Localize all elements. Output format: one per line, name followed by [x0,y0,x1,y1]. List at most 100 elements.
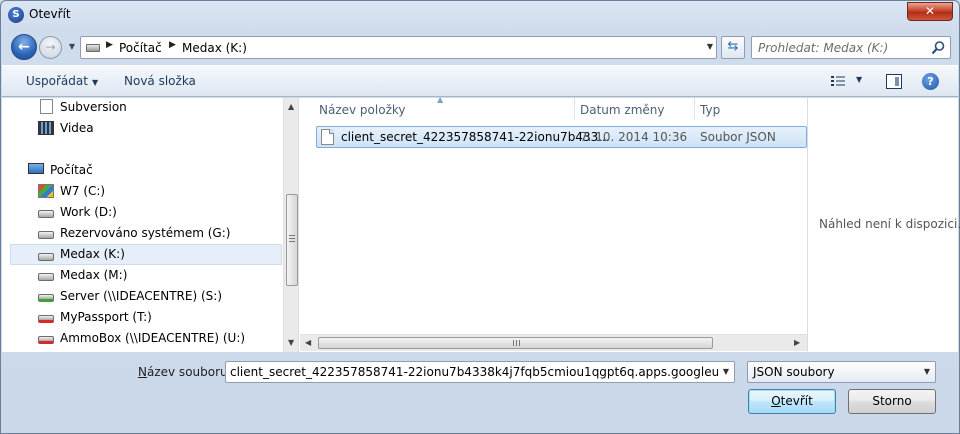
scroll-right-icon[interactable]: ▶ [794,338,800,347]
cancel-button[interactable]: Storno [848,389,936,414]
video-icon [38,121,54,135]
nav-item-medax-k[interactable]: Medax (K:) [10,244,282,265]
nav-item-label: Subversion [60,100,127,114]
nav-item-label: Medax (K:) [60,247,125,261]
nav-item-computer[interactable]: Počítač [10,160,282,181]
file-row[interactable]: client_secret_422357858741-22ionu7b433..… [316,126,807,148]
nav-item-label: Počítač [50,163,93,177]
disconnected-network-drive-icon [38,336,54,344]
grip-icon [289,235,295,242]
column-header-name[interactable]: ▲ Název položky [300,95,575,122]
column-header-label: Typ [700,103,721,117]
breadcrumb-separator-icon[interactable]: ▶ [106,40,113,50]
filename-field[interactable]: client_secret_422357858741-22ionu7b4338k… [225,361,735,383]
nav-item-label: Rezervováno systémem (G:) [60,226,231,240]
drive-icon [38,273,54,281]
refresh-icon: ⇆ [727,39,739,54]
search-icon[interactable] [930,40,946,56]
nav-item-system-reserved[interactable]: Rezervováno systémem (G:) [10,223,282,244]
help-icon[interactable]: ? [922,73,939,90]
preview-pane: Náhled není k dispozici. [809,98,960,352]
search-box[interactable] [751,36,951,59]
nav-item-label: AmmoBox (\\IDEACENTRE) (U:) [60,331,246,345]
close-button[interactable]: ✕ [907,2,953,21]
filename-label-text: ázev souboru: [146,365,232,379]
json-file-icon [321,129,334,145]
nav-item-mypassport[interactable]: MyPassport (T:) [10,307,282,328]
sort-ascending-icon: ▲ [437,95,444,104]
scroll-thumb[interactable] [318,337,713,349]
breadcrumb-separator-icon[interactable]: ▶ [169,40,176,50]
file-type: Soubor JSON [700,130,776,144]
disconnected-network-drive-icon [38,315,54,323]
address-bar[interactable]: ▶ Počítač ▶ Medax (K:) ▼ [80,36,717,59]
arrow-right-icon: → [45,40,56,54]
nav-item-label: MyPassport (T:) [60,310,152,324]
refresh-button[interactable]: ⇆ [721,36,745,59]
new-folder-button[interactable]: Nová složka [124,74,196,88]
drive-icon [38,231,54,239]
open-accesskey: O [771,394,781,408]
column-header-date[interactable]: Datum změny [575,98,694,122]
grip-icon [513,340,520,346]
file-name: client_secret_422357858741-22ionu7b433..… [341,130,610,144]
title-bar: S Otevřít ✕ [1,1,959,29]
search-input[interactable] [758,40,926,55]
organize-button[interactable]: Uspořádat ▼ [26,74,98,88]
column-header-label: Název položky [319,103,406,117]
file-list: ▲ Název položky Datum změny Typ client_s… [300,95,808,352]
scroll-left-icon[interactable]: ◀ [305,338,311,347]
forward-button[interactable]: → [39,36,62,59]
back-button[interactable]: ← [11,34,37,60]
chevron-down-icon[interactable]: ▼ [856,75,862,84]
arrow-left-icon: ← [18,39,30,55]
preview-pane-icon[interactable] [886,74,902,89]
chevron-down-icon[interactable]: ▼ [718,362,734,382]
app-icon: S [8,7,24,23]
column-header-label: Datum změny [580,103,665,117]
nav-item-medax-m[interactable]: Medax (M:) [10,265,282,286]
chevron-down-icon[interactable]: ▼ [707,42,713,51]
breadcrumb-current-drive[interactable]: Medax (K:) [182,41,247,55]
file-type-select[interactable]: JSON soubory ▼ [747,361,936,383]
nav-item-subversion[interactable]: Subversion [10,98,282,118]
organize-label: Uspořádat [26,74,88,88]
computer-icon [28,163,44,174]
open-button[interactable]: Otevřít [748,389,836,414]
preview-unavailable-text: Náhled není k dispozici. [819,217,960,231]
filename-label: Název souboru: [138,365,232,379]
navigation-pane: Subversion Videa Počítač W7 (C:) Work (D… [2,98,299,352]
file-list-horizontal-scrollbar[interactable]: ◀ ▶ [300,334,807,351]
subversion-icon [40,99,53,114]
nav-item-work[interactable]: Work (D:) [10,202,282,223]
command-bar: Uspořádat ▼ Nová složka ▼ ? [2,65,958,97]
open-label: tevřít [780,394,813,408]
network-drive-icon [38,294,54,302]
filename-value[interactable]: client_secret_422357858741-22ionu7b4338k… [230,365,734,379]
filename-label-accesskey: N [138,365,147,379]
nav-item-server[interactable]: Server (\\IDEACENTRE) (S:) [10,286,282,307]
nav-item-label: Server (\\IDEACENTRE) (S:) [60,289,222,303]
nav-item-ammobox[interactable]: AmmoBox (\\IDEACENTRE) (U:) [10,328,282,349]
column-header-type[interactable]: Typ [695,98,807,122]
scroll-thumb[interactable] [286,194,298,286]
window-title: Otevřít [29,7,71,21]
recent-locations-dropdown[interactable]: ▼ [66,41,78,53]
nav-item-label: W7 (C:) [60,184,106,198]
drive-icon [38,253,54,261]
content-area: Subversion Videa Počítač W7 (C:) Work (D… [2,95,960,352]
open-file-dialog: S Otevřít ✕ ← → ▼ ▶ Počítač ▶ Medax (K:)… [0,0,960,434]
windows-drive-icon [38,184,54,198]
view-options-icon[interactable] [830,75,846,89]
breadcrumb-computer[interactable]: Počítač [119,41,162,55]
scroll-up-icon[interactable]: ▲ [288,102,294,111]
scroll-down-icon[interactable]: ▼ [288,338,294,347]
drive-icon [38,210,54,218]
nav-item-label: Work (D:) [60,205,117,219]
file-type-value: JSON soubory [753,365,835,379]
nav-vertical-scrollbar[interactable]: ▲ ▼ [283,98,298,352]
nav-item-w7[interactable]: W7 (C:) [10,181,282,202]
chevron-down-icon: ▼ [923,367,930,376]
drive-icon [86,44,100,52]
nav-item-videa[interactable]: Videa [10,118,282,139]
